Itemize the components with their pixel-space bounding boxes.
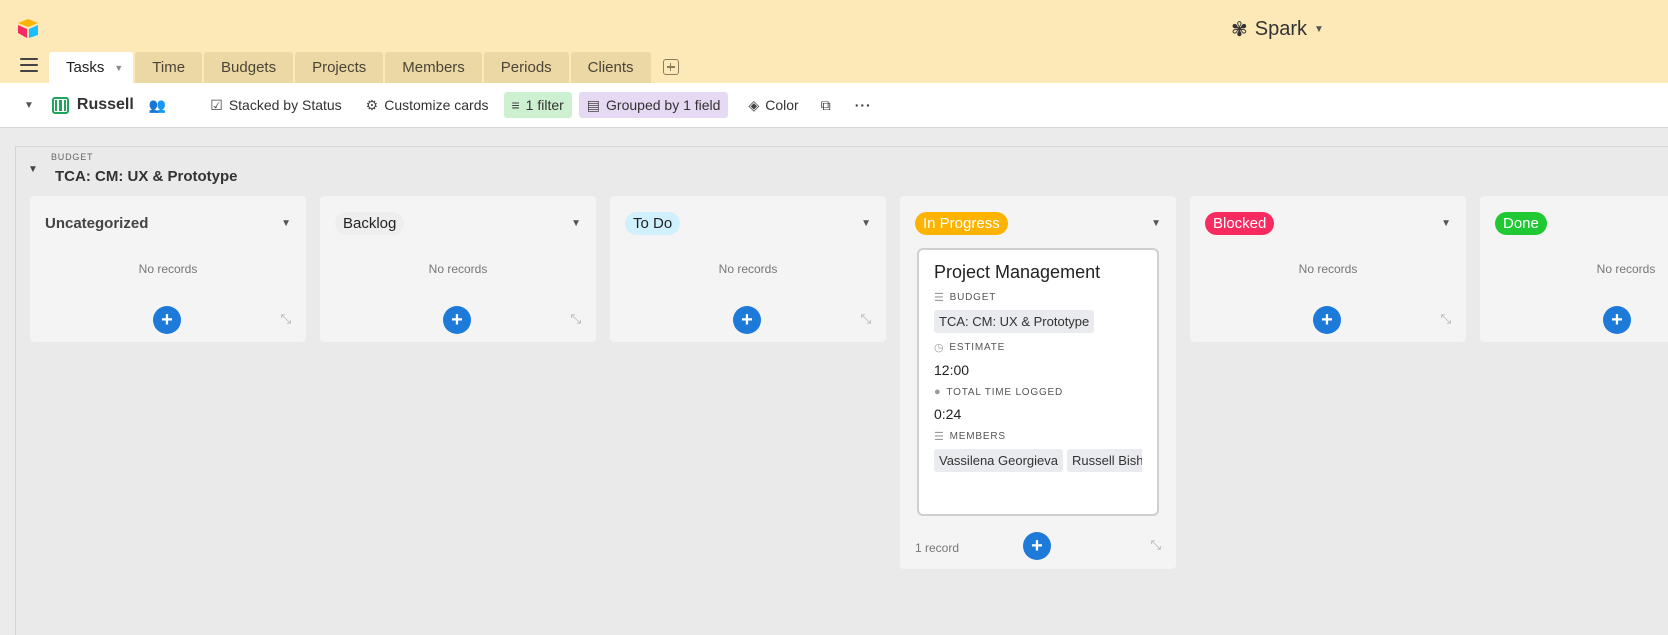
estimate-value: 12:00 xyxy=(934,362,970,378)
record-count: 1 record xyxy=(915,541,960,555)
chevron-down-icon[interactable]: ▼ xyxy=(281,218,291,229)
tab-periods[interactable]: Periods xyxy=(483,52,569,83)
status-pill: To Do xyxy=(625,211,681,235)
empty-stack-text: No records xyxy=(1298,262,1358,276)
hamburger-menu-icon[interactable] xyxy=(20,58,38,72)
empty-stack-text: No records xyxy=(718,262,778,276)
tab-label: Tasks xyxy=(66,59,105,76)
chevron-down-icon[interactable]: ▼ xyxy=(1151,218,1161,229)
group-icon: ▤ xyxy=(586,96,601,113)
member-chip: Russell Bish xyxy=(1067,449,1142,472)
card-title: Project Management xyxy=(934,262,1101,282)
group-button[interactable]: ▤ Grouped by 1 field xyxy=(578,92,729,118)
linked-record-icon: ☰ xyxy=(934,292,945,304)
chevron-down-icon[interactable]: ▼ xyxy=(861,218,871,229)
filter-button[interactable]: ≡ 1 filter xyxy=(503,92,572,118)
collapse-stack-icon[interactable]: ⤡ xyxy=(1441,311,1451,327)
field-label: ☰ MEMBERS xyxy=(934,430,1142,443)
stack-done: Done No records + xyxy=(1480,196,1668,342)
group-label: Grouped by 1 field xyxy=(606,97,721,113)
empty-stack-text: No records xyxy=(138,262,198,276)
add-record-button[interactable]: + xyxy=(1313,306,1341,334)
base-icon: ✾ xyxy=(1231,19,1248,41)
collaborative-view-icon[interactable]: 👥 xyxy=(149,97,166,114)
color-label: Color xyxy=(765,97,799,113)
time-logged-label: TOTAL TIME LOGGED xyxy=(946,386,1064,398)
tab-projects[interactable]: Projects xyxy=(295,52,384,83)
collapse-group-icon[interactable]: ▼ xyxy=(28,164,38,175)
base-name-menu[interactable]: ✾ Spark ▼ xyxy=(1231,17,1324,42)
chevron-down-icon[interactable]: ▼ xyxy=(114,63,123,73)
members-label: MEMBERS xyxy=(949,431,1006,442)
linked-record-chip: TCA: CM: UX & Prototype xyxy=(934,310,1095,333)
view-name[interactable]: Russell xyxy=(77,96,134,114)
filter-icon: ≡ xyxy=(511,97,520,113)
stacked-by-button[interactable]: ☑ Stacked by Status xyxy=(202,92,349,118)
stack-to-do: To Do ▼ No records + ⤡ xyxy=(610,196,886,342)
field-label: ● TOTAL TIME LOGGED xyxy=(934,386,1142,398)
group-field-label: BUDGET xyxy=(51,152,94,162)
empty-stack-text: No records xyxy=(428,262,488,276)
clock-icon: ◷ xyxy=(934,342,945,354)
status-pill: Blocked xyxy=(1205,211,1275,235)
chevron-down-icon: ▼ xyxy=(1314,24,1324,35)
chevron-down-icon[interactable]: ▼ xyxy=(1441,218,1451,229)
tab-budgets[interactable]: Budgets xyxy=(204,52,294,83)
stack-in-progress: In Progress ▼ Project Management ☰ BUDGE… xyxy=(900,196,1176,569)
add-record-button[interactable]: + xyxy=(153,306,181,334)
kanban-view-icon xyxy=(51,96,69,114)
color-button[interactable]: ◈ Color xyxy=(740,92,806,118)
customize-cards-button[interactable]: ⚙ Customize cards xyxy=(358,92,497,118)
filter-label: 1 filter xyxy=(525,97,564,113)
field-label: ◷ ESTIMATE xyxy=(934,341,1142,354)
gear-icon: ⚙ xyxy=(365,96,379,113)
budget-label: BUDGET xyxy=(949,292,997,303)
collapse-stack-icon[interactable]: ⤡ xyxy=(281,311,291,327)
rollup-icon: ● xyxy=(934,386,942,398)
stacked-label: Stacked by Status xyxy=(228,97,342,113)
tab-tasks[interactable]: Tasks ▼ xyxy=(49,52,134,83)
group-value: TCA: CM: UX & Prototype xyxy=(55,168,238,185)
status-pill: In Progress xyxy=(915,211,1008,235)
linked-record-icon: ☰ xyxy=(934,431,945,443)
time-logged-value: 0:24 xyxy=(934,406,962,422)
customize-label: Customize cards xyxy=(384,97,489,113)
add-record-button[interactable]: + xyxy=(1023,532,1051,560)
table-tabs: Tasks ▼ Time Budgets Projects Members Pe… xyxy=(49,52,679,83)
add-record-button[interactable]: + xyxy=(733,306,761,334)
airtable-logo-icon[interactable] xyxy=(16,18,40,38)
stack-uncategorized: Uncategorized ▼ No records + ⤡ xyxy=(30,196,306,342)
base-name: Spark xyxy=(1254,18,1308,40)
collapse-sidebar-icon[interactable]: ▼ xyxy=(24,100,34,111)
tab-members[interactable]: Members xyxy=(385,52,482,83)
member-chip: Vassilena Georgieva xyxy=(934,449,1063,472)
stack-blocked: Blocked ▼ No records + ⤡ xyxy=(1190,196,1466,342)
checkbox-icon: ☑ xyxy=(210,96,223,113)
tab-clients[interactable]: Clients xyxy=(570,52,651,83)
add-record-button[interactable]: + xyxy=(1603,306,1631,334)
collapse-stack-icon[interactable]: ⤡ xyxy=(1151,537,1161,553)
collapse-stack-icon[interactable]: ⤡ xyxy=(571,311,581,327)
tab-time[interactable]: Time xyxy=(135,52,203,83)
empty-stack-text: No records xyxy=(1596,262,1656,276)
view-toolbar: ▼ Russell 👥 ☑ Stacked by Status ⚙ Custom… xyxy=(0,83,1668,128)
more-options-icon[interactable]: ··· xyxy=(847,92,880,118)
status-pill: Done xyxy=(1495,211,1547,235)
estimate-label: ESTIMATE xyxy=(949,342,1006,353)
add-table-icon[interactable] xyxy=(662,59,679,75)
add-record-button[interactable]: + xyxy=(443,306,471,334)
record-card[interactable]: Project Management ☰ BUDGET TCA: CM: UX … xyxy=(917,248,1159,516)
paint-bucket-icon: ◈ xyxy=(748,96,760,113)
chevron-down-icon[interactable]: ▼ xyxy=(571,218,581,229)
stack-title: Uncategorized xyxy=(45,214,149,232)
top-header: ✾ Spark ▼ Tasks ▼ Time Budgets Projects … xyxy=(0,0,1668,83)
share-view-icon[interactable]: ⧉ xyxy=(813,92,839,118)
stack-backlog: Backlog ▼ No records + ⤡ xyxy=(320,196,596,342)
status-pill: Backlog xyxy=(335,211,405,235)
collapse-stack-icon[interactable]: ⤡ xyxy=(861,311,871,327)
field-label: ☰ BUDGET xyxy=(934,291,1142,304)
